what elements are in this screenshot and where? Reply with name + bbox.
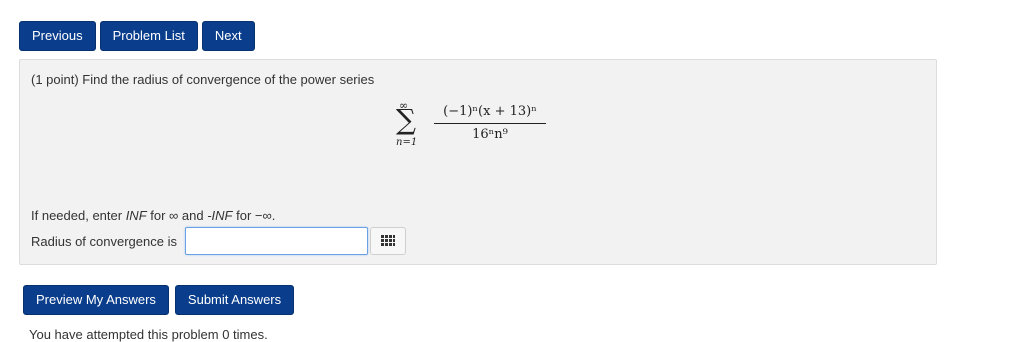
attempts-status: You have attempted this problem 0 times.: [29, 327, 268, 342]
series-term-fraction: (−1)ⁿ(x + 13)ⁿ 16ⁿn⁹: [430, 103, 550, 144]
power-series-formula: ∞ ∑ n=1 (−1)ⁿ(x + 13)ⁿ 16ⁿn⁹: [396, 100, 556, 160]
entry-hint: If needed, enter INF for ∞ and -INF for …: [31, 208, 275, 223]
answer-label: Radius of convergence is: [31, 233, 177, 249]
hint-inf: INF: [125, 208, 147, 223]
grid-palette-icon: [380, 235, 395, 246]
problem-navigation: Previous Problem List Next: [19, 21, 255, 51]
hint-neg-inf: -INF: [207, 208, 233, 223]
equation-palette-button[interactable]: [369, 227, 406, 255]
radius-answer-input[interactable]: [184, 227, 368, 255]
problem-list-button[interactable]: Problem List: [99, 21, 198, 51]
previous-button[interactable]: Previous: [19, 21, 96, 51]
answer-row: Radius of convergence is: [31, 226, 406, 256]
preview-answers-button[interactable]: Preview My Answers: [23, 285, 169, 315]
problem-prompt: (1 point) Find the radius of convergence…: [31, 72, 375, 87]
fraction-numerator: (−1)ⁿ(x + 13)ⁿ: [443, 104, 537, 119]
sum-lower-limit: n=1: [396, 137, 418, 148]
fraction-denominator: 16ⁿn⁹: [472, 127, 508, 142]
answer-actions: Preview My Answers Submit Answers: [23, 285, 295, 315]
hint-for-inf: for ∞ and: [146, 208, 208, 223]
hint-prefix: If needed, enter: [31, 208, 126, 223]
problem-panel: (1 point) Find the radius of convergence…: [19, 59, 937, 265]
submit-answers-button[interactable]: Submit Answers: [174, 285, 295, 315]
sigma-symbol: ∑: [396, 103, 416, 136]
next-button[interactable]: Next: [201, 21, 255, 51]
hint-for-neg-inf: for −∞.: [232, 208, 276, 223]
